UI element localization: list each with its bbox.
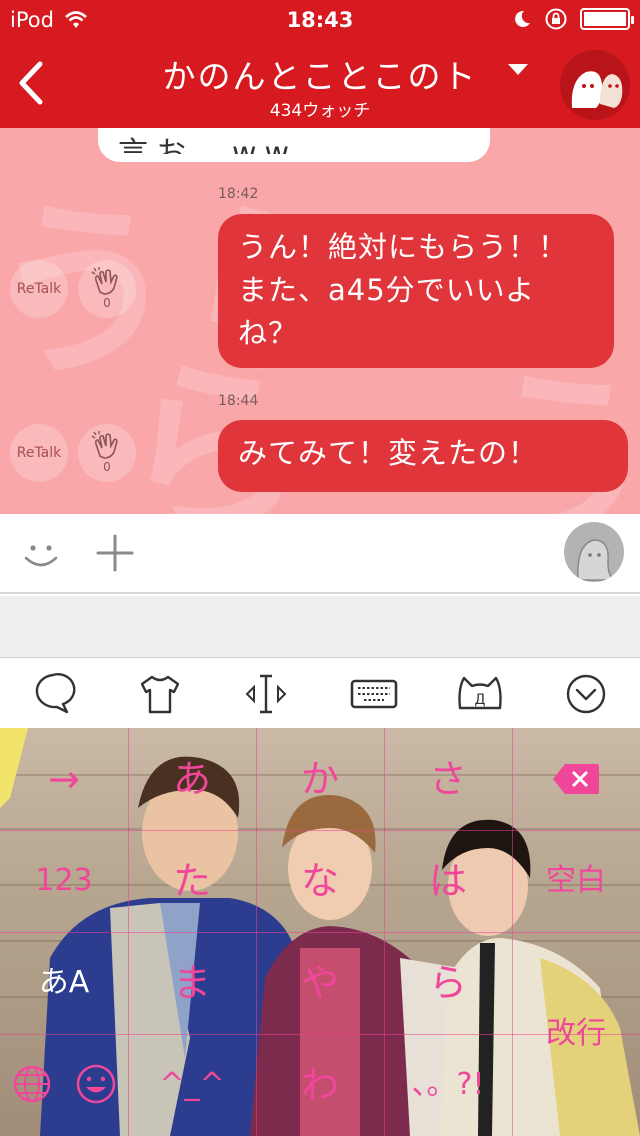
- previous-message-text: 言お ww: [118, 136, 298, 154]
- chat-subtitle: 434ウォッチ: [269, 101, 371, 121]
- retalk-button[interactable]: ReTalk: [10, 424, 68, 482]
- rotation-lock-icon: [545, 8, 567, 30]
- keyboard: → あ か さ 123 た な は 空白 あA ま や ら 改行 ^_^ わ 、…: [0, 728, 640, 1136]
- key-wa[interactable]: わ: [256, 1034, 384, 1136]
- kaomoji-cat-icon[interactable]: Д: [454, 668, 506, 720]
- ghost-avatar-icon: [571, 71, 623, 108]
- key-ra[interactable]: ら: [384, 932, 512, 1034]
- svg-text:Д: Д: [475, 692, 486, 708]
- screen: iPod 18:43 かのんとことこのト 434ウォッチ うら ら 言お ww …: [0, 0, 640, 1136]
- shirt-icon[interactable]: [134, 668, 186, 720]
- clap-button[interactable]: 0: [78, 260, 136, 318]
- smiley-icon[interactable]: [20, 534, 62, 576]
- key-delete[interactable]: [512, 728, 640, 830]
- key-na[interactable]: な: [256, 830, 384, 932]
- sent-message-bubble[interactable]: みてみて！変えたの！: [218, 420, 628, 492]
- group-avatar[interactable]: [560, 50, 630, 120]
- key-123[interactable]: 123: [0, 830, 128, 932]
- key-kaomoji[interactable]: ^_^: [128, 1034, 256, 1136]
- text-input-field[interactable]: [0, 596, 640, 658]
- message-input-bar: [0, 514, 640, 594]
- key-ta[interactable]: た: [128, 830, 256, 932]
- message-timestamp: 18:42: [218, 186, 259, 202]
- retalk-button[interactable]: ReTalk: [10, 260, 68, 318]
- battery-icon: [580, 8, 634, 30]
- plus-icon[interactable]: [96, 534, 134, 572]
- key-space[interactable]: 空白: [512, 830, 640, 932]
- clap-button[interactable]: 0: [78, 424, 136, 482]
- key-ya[interactable]: や: [256, 932, 384, 1034]
- avatar-placeholder-icon[interactable]: [564, 522, 624, 582]
- keyboard-icon[interactable]: [348, 668, 400, 720]
- globe-glyph: [13, 1065, 51, 1103]
- collapse-icon[interactable]: [560, 668, 612, 720]
- key-input-mode[interactable]: あA: [0, 932, 128, 1034]
- message-timestamp: 18:44: [218, 393, 259, 409]
- key-ma[interactable]: ま: [128, 932, 256, 1034]
- clap-count: 0: [103, 460, 111, 474]
- key-punctuation[interactable]: 、。?!: [384, 1034, 512, 1136]
- cursor-icon[interactable]: [240, 668, 292, 720]
- clap-icon: [91, 431, 118, 459]
- globe-icon[interactable]: [0, 1034, 64, 1136]
- message-line: また、a45分でいいよ: [238, 273, 536, 307]
- status-bar: iPod 18:43: [0, 0, 640, 40]
- key-ka[interactable]: か: [256, 728, 384, 830]
- key-ha[interactable]: は: [384, 830, 512, 932]
- key-sa[interactable]: さ: [384, 728, 512, 830]
- person-silhouette-icon: [577, 539, 617, 581]
- chat-area[interactable]: うら ら う 言お ww 18:42 ReTalk 0 うん！絶対にもらう！！ …: [0, 128, 640, 514]
- message-line: ね？: [238, 316, 299, 350]
- chat-bubble-icon[interactable]: [27, 668, 79, 720]
- title-dropdown-caret-icon[interactable]: [508, 64, 528, 75]
- clap-count: 0: [103, 296, 111, 310]
- keyboard-toolbar: Д: [0, 658, 640, 728]
- key-a[interactable]: あ: [128, 728, 256, 830]
- top-bar: iPod 18:43 かのんとことこのト 434ウォッチ: [0, 0, 640, 128]
- chat-title[interactable]: かのんとことこのト: [150, 50, 490, 98]
- moon-icon: [515, 10, 530, 27]
- status-right: [512, 7, 634, 31]
- sent-message-bubble[interactable]: うん！絶対にもらう！！ また、a45分でいいよ ね？: [218, 214, 614, 368]
- message-line: うん！絶対にもらう！！: [238, 230, 569, 264]
- emoji-icon[interactable]: [64, 1034, 128, 1136]
- clap-icon: [91, 267, 118, 295]
- backspace-icon: [553, 764, 599, 794]
- emoji-face-glyph: [76, 1064, 116, 1104]
- key-arrow-right[interactable]: →: [0, 728, 128, 830]
- message-line: みてみて！変えたの！: [238, 436, 539, 470]
- back-chevron-icon[interactable]: [12, 58, 52, 108]
- key-return[interactable]: 改行: [512, 983, 640, 1085]
